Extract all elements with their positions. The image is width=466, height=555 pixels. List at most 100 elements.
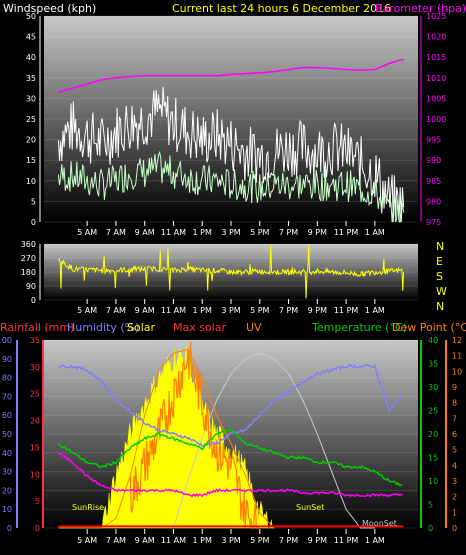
x-tick-label: 1 AM (365, 536, 385, 545)
x-tick-label: 1 PM (193, 306, 212, 315)
chart-title: Current last 24 hours 6 December 2016 (172, 2, 391, 15)
x-tick-label: 5 AM (77, 228, 97, 237)
x-tick-label: 1 AM (365, 306, 385, 315)
wind-y-tick: 10 (26, 177, 36, 186)
x-tick-label: 1 PM (193, 536, 212, 545)
x-tick-label: 9 PM (308, 536, 327, 545)
uv-y-tick: 5 (452, 446, 457, 455)
baro-y-tick: 980 (426, 197, 441, 206)
rain-y-tick: 25 (30, 390, 40, 399)
chart-svg: Windspeed (kph) Current last 24 hours 6 … (0, 2, 466, 545)
humidity-y-tick: 100 (0, 336, 12, 345)
temp-y-tick: 15 (428, 454, 438, 463)
baro-y-tick: 1005 (426, 94, 446, 103)
wind-y-tick: 0 (31, 218, 36, 227)
uv-y-tick: 2 (452, 493, 457, 502)
humidity-y-tick: 30 (2, 468, 12, 477)
x-tick-label: 11 AM (161, 306, 186, 315)
barometer-axis-title: Barometer (hpa) (375, 2, 466, 15)
uv-y-tick: 6 (452, 430, 457, 439)
compass-label: S (436, 270, 443, 283)
temp-y-tick: 10 (428, 477, 438, 486)
rain-y-tick: 10 (30, 470, 40, 479)
baro-y-tick: 1000 (426, 115, 446, 124)
wind-y-tick: 25 (26, 115, 36, 124)
legend-dew-point: Dew Point (°C) (392, 321, 466, 334)
uv-y-tick: 4 (452, 461, 457, 470)
rain-y-tick: 30 (30, 363, 40, 372)
x-tick-label: 11 AM (161, 228, 186, 237)
uv-y-tick: 9 (452, 383, 457, 392)
temp-y-tick: 20 (428, 430, 438, 439)
x-tick-label: 7 PM (279, 536, 298, 545)
wind-y-tick: 45 (26, 33, 36, 42)
x-tick-label: 9 PM (308, 306, 327, 315)
baro-y-tick: 1020 (426, 33, 446, 42)
compass-label: E (436, 255, 443, 268)
direction-y-tick: 270 (21, 254, 36, 263)
temp-y-tick: 0 (428, 524, 433, 533)
legend-solar: Solar (127, 321, 156, 334)
baro-y-tick: 975 (426, 218, 441, 227)
uv-y-tick: 7 (452, 414, 457, 423)
humidity-y-tick: 20 (2, 486, 12, 495)
x-tick-label: 9 AM (135, 228, 155, 237)
temp-y-tick: 25 (428, 407, 438, 416)
x-tick-label: 9 AM (135, 536, 155, 545)
humidity-y-tick: 90 (2, 355, 12, 364)
wind-y-tick: 50 (26, 12, 36, 21)
rain-y-tick: 35 (30, 336, 40, 345)
wind-y-tick: 40 (26, 53, 36, 62)
humidity-y-tick: 40 (2, 449, 12, 458)
x-tick-label: 5 AM (77, 536, 97, 545)
baro-y-tick: 1025 (426, 12, 446, 21)
direction-y-tick: 90 (26, 282, 36, 291)
temp-y-tick: 35 (428, 360, 438, 369)
wind-y-tick: 35 (26, 74, 36, 83)
baro-y-tick: 990 (426, 156, 441, 165)
compass-label: N (436, 240, 444, 253)
wind-y-tick: 5 (31, 197, 36, 206)
x-tick-label: 9 PM (308, 228, 327, 237)
legend-max-solar: Max solar (173, 321, 226, 334)
humidity-y-tick: 80 (2, 374, 12, 383)
rain-y-tick: 15 (30, 443, 40, 452)
x-tick-label: 7 PM (279, 228, 298, 237)
x-tick-label: 5 AM (77, 306, 97, 315)
legend-uv: UV (246, 321, 262, 334)
x-tick-label: 5 PM (250, 536, 269, 545)
x-tick-label: 7 AM (106, 536, 126, 545)
x-tick-label: 5 PM (250, 228, 269, 237)
rain-y-tick: 5 (35, 497, 40, 506)
x-tick-label: 9 AM (135, 306, 155, 315)
humidity-y-tick: 60 (2, 411, 12, 420)
x-tick-label: 11 PM (334, 536, 359, 545)
wind-y-tick: 15 (26, 156, 36, 165)
uv-y-tick: 10 (452, 367, 462, 376)
temp-y-tick: 5 (428, 501, 433, 510)
sunrise-label: SunRise (72, 503, 104, 512)
wind-y-tick: 20 (26, 136, 36, 145)
temp-y-tick: 40 (428, 336, 438, 345)
compass-label: W (436, 285, 447, 298)
moonset-label: MoonSet (362, 519, 397, 528)
direction-y-tick: 360 (21, 240, 36, 249)
uv-y-tick: 0 (452, 524, 457, 533)
direction-y-tick: 0 (31, 296, 36, 305)
sunset-label: SunSet (296, 503, 324, 512)
x-tick-label: 7 AM (106, 228, 126, 237)
baro-y-tick: 985 (426, 177, 441, 186)
wind-y-tick: 30 (26, 94, 36, 103)
uv-y-tick: 8 (452, 399, 457, 408)
x-tick-label: 3 PM (221, 536, 240, 545)
rain-y-tick: 20 (30, 417, 40, 426)
direction-y-tick: 180 (21, 268, 36, 277)
x-tick-label: 5 PM (250, 306, 269, 315)
x-tick-label: 11 AM (161, 536, 186, 545)
uv-y-tick: 1 (452, 508, 457, 517)
weather-24h-chart: Windspeed (kph) Current last 24 hours 6 … (0, 0, 466, 555)
x-tick-label: 7 AM (106, 306, 126, 315)
x-tick-label: 11 PM (334, 228, 359, 237)
baro-y-tick: 1010 (426, 74, 446, 83)
x-tick-label: 1 PM (193, 228, 212, 237)
